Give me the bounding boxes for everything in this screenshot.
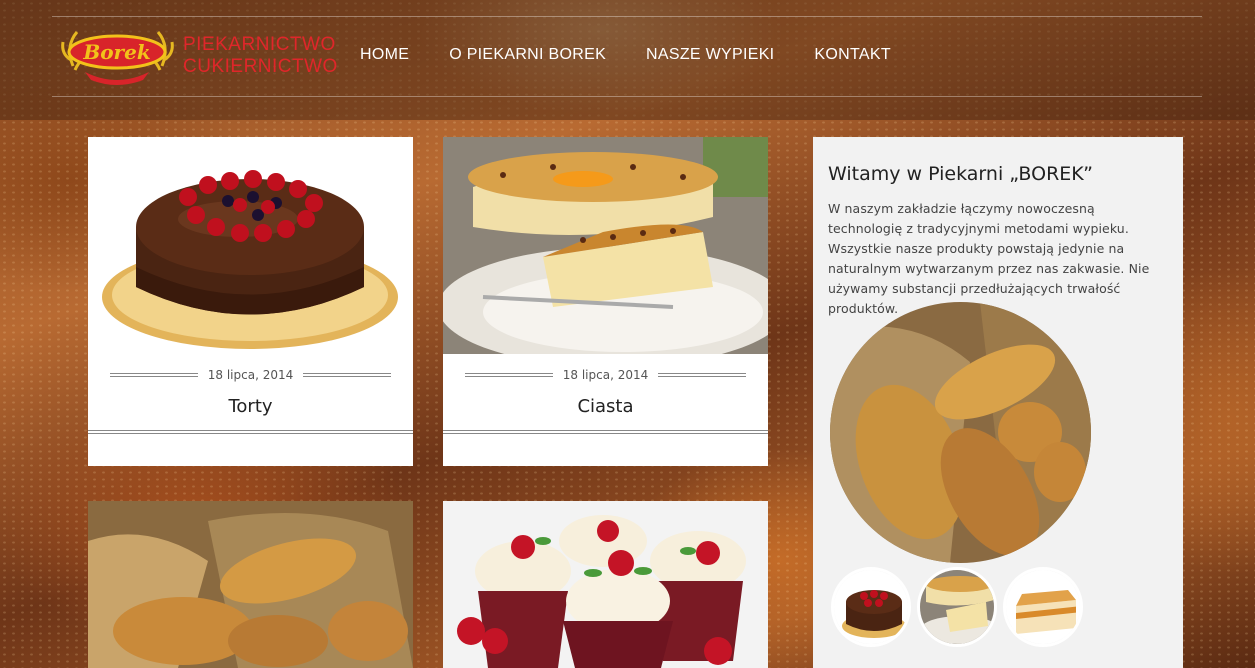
welcome-heading: Witamy w Piekarni „BOREK”: [828, 163, 1094, 185]
thumbnail-chocolate-cake[interactable]: [831, 567, 911, 647]
post-divider: [443, 430, 768, 434]
header-divider-bottom: [52, 96, 1202, 97]
post-card-ciasta[interactable]: 18 lipca, 2014 Ciasta: [443, 137, 768, 466]
post-divider: [88, 430, 413, 434]
post-meta: 18 lipca, 2014: [443, 354, 768, 396]
nav-kontakt[interactable]: KONTAKT: [814, 46, 890, 64]
bread-loaves-image[interactable]: [830, 302, 1091, 563]
meta-line-right: [658, 373, 747, 377]
post-card-cupcakes[interactable]: [443, 501, 768, 668]
borek-logo[interactable]: Borek: [55, 26, 180, 88]
nav-o-piekarni[interactable]: O PIEKARNI BOREK: [449, 46, 606, 64]
post-date: 18 lipca, 2014: [207, 368, 294, 382]
bread-basket-image[interactable]: [88, 501, 413, 668]
nav-home[interactable]: HOME: [360, 46, 409, 64]
post-meta: 18 lipca, 2014: [88, 354, 413, 396]
thumbnail-cheesecake[interactable]: [917, 567, 997, 647]
post-card-torty[interactable]: 18 lipca, 2014 Torty: [88, 137, 413, 466]
brand-line-1: PIEKARNICTWO: [183, 34, 336, 55]
thumbnail-layered-cake[interactable]: [1003, 567, 1083, 647]
brand-tagline: PIEKARNICTWO CUKIERNICTWO: [183, 34, 338, 78]
cupcakes-image[interactable]: [443, 501, 768, 668]
brand-line-2: CUKIERNICTWO: [183, 56, 338, 77]
meta-line-left: [109, 373, 198, 377]
welcome-text: W naszym zakładzie łączymy nowoczesną te…: [828, 201, 1150, 316]
post-title[interactable]: Torty: [88, 396, 413, 430]
welcome-sidebar: Witamy w Piekarni „BOREK” W naszym zakła…: [813, 137, 1183, 668]
chocolate-cake-image[interactable]: [88, 137, 413, 354]
nav-nasze-wypieki[interactable]: NASZE WYPIEKI: [646, 46, 774, 64]
post-title[interactable]: Ciasta: [443, 396, 768, 430]
header-divider-top: [52, 16, 1202, 17]
main-navigation: HOME O PIEKARNI BOREK NASZE WYPIEKI KONT…: [360, 46, 891, 64]
meta-line-right: [303, 373, 392, 377]
site-header: Borek PIEKARNICTWO CUKIERNICTWO HOME O P…: [0, 0, 1255, 120]
logo-wordmark: Borek: [82, 40, 150, 64]
post-date: 18 lipca, 2014: [562, 368, 649, 382]
post-card-bread[interactable]: [88, 501, 413, 668]
meta-line-left: [464, 373, 553, 377]
cheesecake-image[interactable]: [443, 137, 768, 354]
